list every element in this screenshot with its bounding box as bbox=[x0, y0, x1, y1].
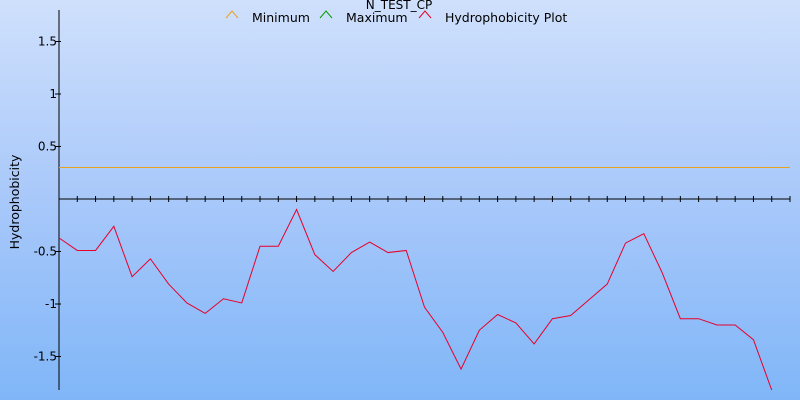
y-tick-label: 1 bbox=[49, 87, 57, 101]
y-tick-label: 1.5 bbox=[38, 35, 57, 49]
legend-item-maximum: Maximum bbox=[319, 10, 408, 25]
legend-label: Hydrophobicity Plot bbox=[445, 10, 567, 25]
y-tick-label: -0.5 bbox=[34, 245, 57, 259]
legend-item-hydrophobicity-plot: Hydrophobicity Plot bbox=[418, 10, 567, 25]
hydrophobicity-chart: N_TEST_CP Minimum Maximum Hydrophobicity P… bbox=[7, 0, 791, 391]
y-axis-label: Hydrophobicity bbox=[7, 154, 22, 249]
x-axis bbox=[58, 196, 791, 202]
y-axis: 1.5 1 0.5 -0.5 -1 -1.5 bbox=[34, 10, 61, 390]
legend-swatch-icon bbox=[319, 10, 333, 19]
legend-swatch-icon bbox=[418, 10, 432, 19]
y-tick-label: 0.5 bbox=[38, 140, 57, 154]
legend-swatch-icon bbox=[225, 10, 239, 19]
legend: Minimum Maximum Hydrophobicity Plot bbox=[225, 10, 567, 25]
legend-label: Maximum bbox=[346, 10, 408, 25]
y-tick-label: -1.5 bbox=[34, 350, 57, 364]
legend-label: Minimum bbox=[252, 10, 310, 25]
legend-item-minimum: Minimum bbox=[225, 10, 310, 25]
series-line-hydrophobicity-plot bbox=[58, 208, 773, 391]
y-tick-label: -1 bbox=[45, 297, 57, 311]
